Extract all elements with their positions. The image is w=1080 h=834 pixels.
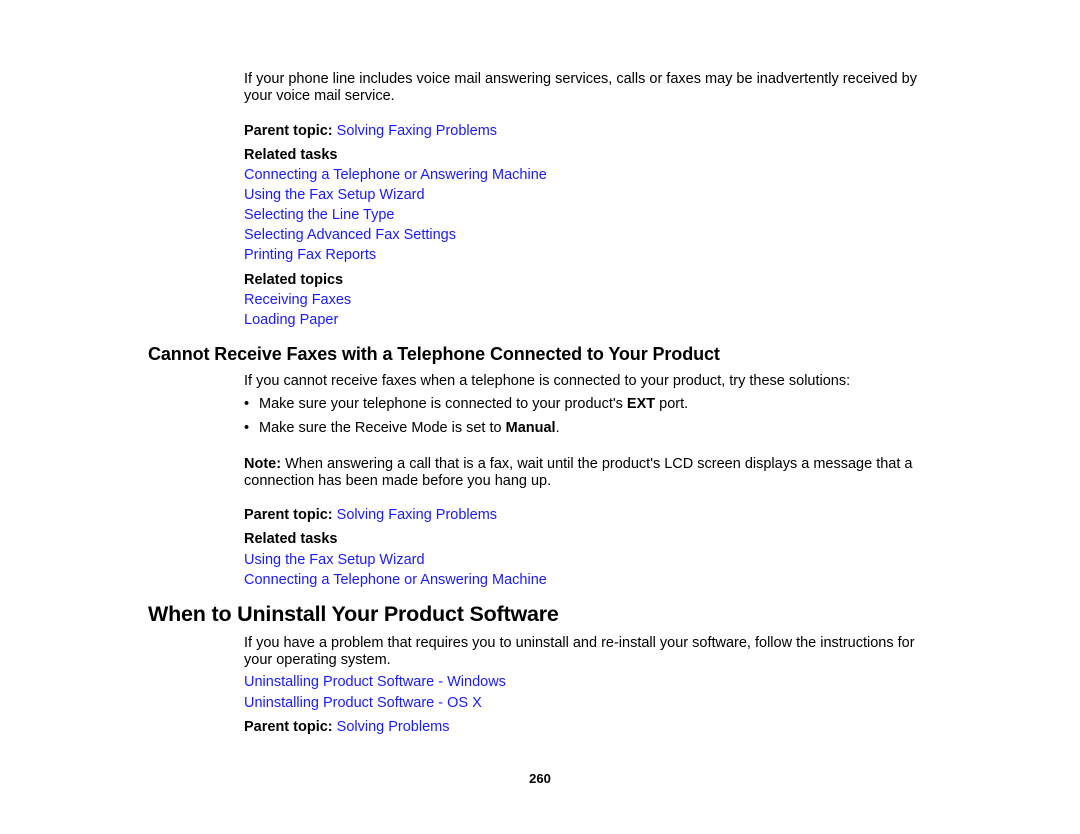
related-task-link[interactable]: Using the Fax Setup Wizard [244,552,425,568]
page-number: 260 [529,771,551,786]
bullet-bold-term: Manual [505,420,556,436]
section-heading-telephone: Cannot Receive Faxes with a Telephone Co… [148,344,720,364]
related-task-link[interactable]: Using the Fax Setup Wizard [244,187,425,203]
parent-topic-label: Parent topic: [244,123,333,139]
bullet-item: • Make sure the Receive Mode is set to Ma… [244,420,560,436]
related-topic-link[interactable]: Receiving Faxes [244,292,351,308]
parent-topic-line: Parent topic: Solving Faxing Problems [244,507,497,523]
note-paragraph: Note: When answering a call that is a fa… [244,456,934,490]
related-topics-heading: Related topics [244,272,344,288]
bullet-text: . [555,420,560,436]
related-task-link[interactable]: Connecting a Telephone or Answering Mach… [244,167,547,183]
uninstall-intro-paragraph: If you have a problem that requires you … [244,635,915,668]
related-topic-link[interactable]: Loading Paper [244,312,338,328]
bullet-icon: • [244,396,250,412]
related-task-link[interactable]: Selecting Advanced Fax Settings [244,227,456,243]
parent-topic-line: Parent topic: Solving Problems [244,719,449,735]
related-task-link[interactable]: Connecting a Telephone or Answering Mach… [244,572,547,588]
bullet-text: port. [655,396,689,412]
related-tasks-heading: Related tasks [244,147,338,163]
section-heading-uninstall: When to Uninstall Your Product Software [148,602,559,626]
related-task-link[interactable]: Printing Fax Reports [244,247,376,263]
telephone-intro-paragraph: If you cannot receive faxes when a telep… [244,373,851,389]
bullet-icon: • [244,420,250,436]
parent-topic-label: Parent topic: [244,507,333,523]
bullet-bold-term: EXT [626,396,656,412]
bullet-text: Make sure the Receive Mode is set to [259,420,506,436]
related-task-link[interactable]: Selecting the Line Type [244,207,394,223]
parent-topic-link[interactable]: Solving Faxing Problems [337,123,497,139]
parent-topic-link[interactable]: Solving Problems [337,719,450,735]
uninstall-osx-link[interactable]: Uninstalling Product Software - OS X [244,695,482,711]
uninstall-windows-link[interactable]: Uninstalling Product Software - Windows [244,674,506,690]
related-tasks-heading: Related tasks [244,531,338,547]
parent-topic-line: Parent topic: Solving Faxing Problems [244,123,497,139]
parent-topic-link[interactable]: Solving Faxing Problems [337,507,497,523]
note-text: When answering a call that is a fax, wai… [244,456,913,489]
voicemail-intro-paragraph: If your phone line includes voice mail a… [244,71,917,104]
note-label: Note: [244,456,282,472]
bullet-text: Make sure your telephone is connected to… [259,396,627,412]
bullet-item: • Make sure your telephone is connected t… [244,396,688,412]
parent-topic-label: Parent topic: [244,719,333,735]
